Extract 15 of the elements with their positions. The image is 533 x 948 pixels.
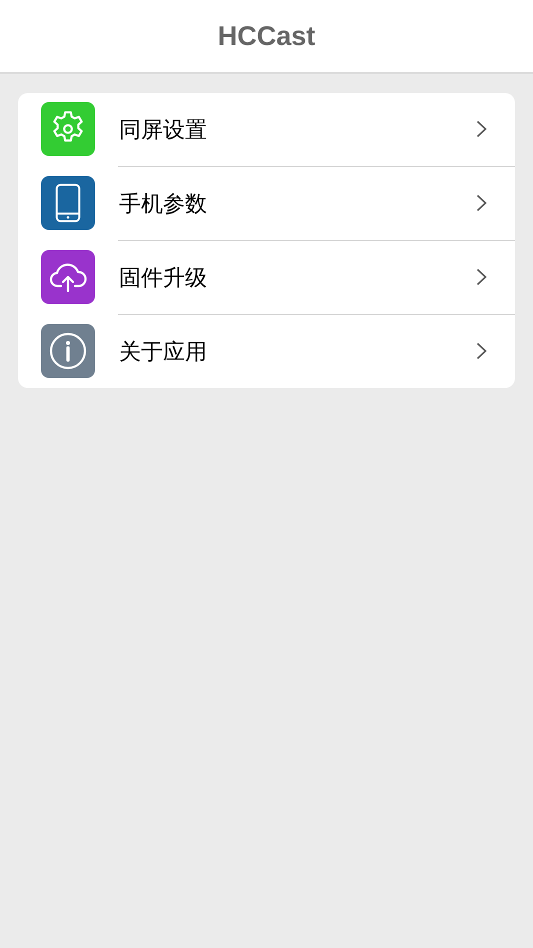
chevron-right-icon xyxy=(476,268,487,286)
phone-icon xyxy=(53,183,83,224)
chevron-right-icon xyxy=(476,342,487,360)
info-icon xyxy=(49,332,87,370)
menu-label: 手机参数 xyxy=(119,190,208,218)
chevron-right-icon xyxy=(476,194,487,212)
menu-item[interactable]: 关于应用 xyxy=(18,315,515,388)
app-title: HCCast xyxy=(218,20,316,53)
menu-label: 关于应用 xyxy=(119,338,208,366)
menu-label: 固件升级 xyxy=(119,264,208,292)
menu-label: 同屏设置 xyxy=(119,116,208,144)
menu-item[interactable]: 同屏设置 xyxy=(18,93,515,166)
chevron-right-icon xyxy=(476,120,487,138)
menu-item[interactable]: 手机参数 xyxy=(18,167,515,240)
menu-item[interactable]: 固件升级 xyxy=(18,241,515,314)
